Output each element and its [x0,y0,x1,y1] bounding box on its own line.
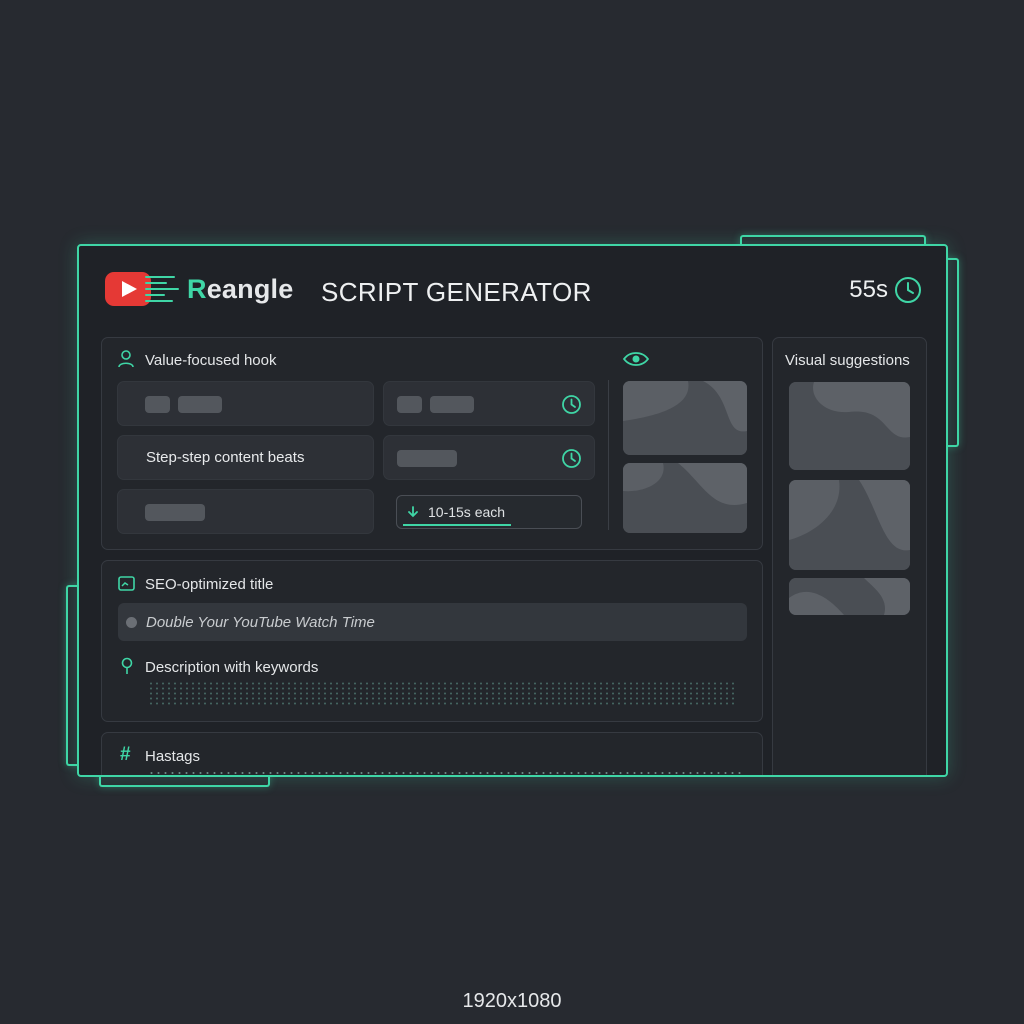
placeholder-bar [430,396,474,413]
hashtags-panel: # Hastags [101,732,763,775]
duration-progress [403,524,511,526]
description-label: Description with keywords [145,659,319,676]
placeholder-bar [145,396,170,413]
hook-panel: Value-focused hook Step-step content bea… [101,337,763,550]
script-generator-window: Reangle SCRIPT GENERATOR 55s Value-focus… [77,244,948,777]
speed-lines-icon [145,274,181,304]
placeholder-bar [397,396,422,413]
clock-icon [562,449,581,468]
panel-divider [608,380,609,530]
hashtags-label: Hastags [145,748,201,765]
content-beats-label: Step-step content beats [146,449,305,466]
brand-rest: eangle [206,273,294,304]
hashtag-icon: # [120,744,131,765]
visual-suggestion-3[interactable] [789,578,910,615]
hook-option-1[interactable] [117,381,374,426]
duration-selector[interactable]: 10-15s each [396,495,582,529]
clock-icon [895,277,921,303]
image-icon [118,576,135,591]
brand-name: Reangle [187,274,293,305]
preview-thumbnail-1[interactable] [623,381,747,455]
visual-suggestions-label: Visual suggestions [785,352,910,369]
brand-initial: R [187,273,207,304]
resolution-label: 1920x1080 [462,990,562,1012]
hook-option-3[interactable] [117,489,374,534]
timer-down-icon [408,506,418,518]
seo-title-label: SEO-optimized title [145,576,274,593]
visual-suggestions-panel: Visual suggestions [772,337,927,775]
visual-suggestion-1[interactable] [789,382,910,470]
visual-suggestion-2[interactable] [789,480,910,570]
hook-timing-2[interactable] [383,435,595,480]
seo-panel: SEO-optimized title Description with key… [101,560,763,722]
timer: 55s [849,276,922,304]
eye-icon[interactable] [622,350,650,368]
bullet-dot [126,617,137,628]
timer-value: 55s [849,276,888,303]
app-logo: Reangle [105,272,293,306]
clock-icon [562,395,581,414]
placeholder-bar [397,450,457,467]
hook-timing-1[interactable] [383,381,595,426]
hook-label: Value-focused hook [145,352,277,369]
hashtags-placeholder[interactable] [148,771,744,775]
user-icon [118,350,134,368]
placeholder-bar [178,396,222,413]
seo-title-input[interactable] [118,603,747,641]
description-placeholder[interactable] [148,681,738,707]
duration-value: 10-15s each [428,504,506,520]
placeholder-bar [145,504,205,521]
preview-thumbnail-2[interactable] [623,463,747,533]
location-pin-icon [121,657,133,674]
content-beats-option[interactable]: Step-step content beats [117,435,374,480]
page-title: SCRIPT GENERATOR [321,277,592,307]
